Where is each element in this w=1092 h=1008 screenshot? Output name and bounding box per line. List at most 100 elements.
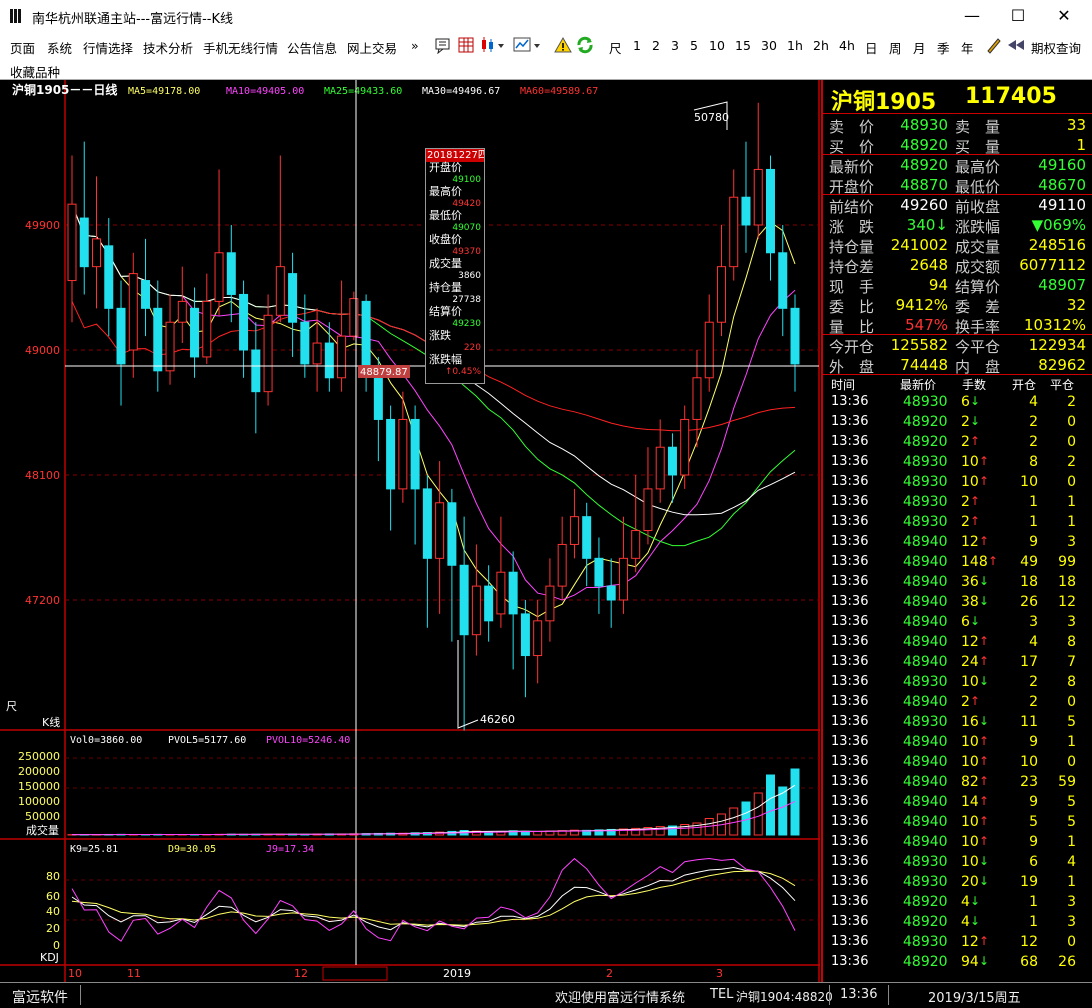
candle-body [667,446,677,476]
period-2min[interactable]: 2 [652,38,660,53]
candle-body [373,370,383,420]
tick-close: 0 [1067,754,1076,770]
volume-tick: 100000 [18,795,60,808]
candle-body [398,418,408,490]
tick-direction-icon: ↓ [970,614,981,628]
favorites-label[interactable]: 收藏品种 [10,62,60,81]
period-30min[interactable]: 30 [761,38,777,53]
tick-direction-icon: ↑ [979,534,990,548]
period-5min[interactable]: 5 [690,38,698,53]
tick-row: 13:36 48940 2 ↑ 2 0 [823,693,1092,713]
quote-label: 委 差 [955,298,1001,316]
toolbar-candle-icon[interactable] [479,36,505,57]
toolbar-note-icon[interactable] [434,36,452,57]
toolbar-table-icon[interactable] [457,36,475,57]
menu-online-trading[interactable]: 网上交易 [347,38,397,57]
tick-time: 13:36 [831,674,869,689]
tick-open: 9 [1029,834,1038,850]
kline-chart-area[interactable]: 沪铜1905－－日线 MA5=49178.00 MA10=49405.00 MA… [0,80,820,982]
tick-qty: 4 [961,914,970,930]
period-4h[interactable]: 4h [839,38,855,53]
tick-price: 48930 [903,714,948,730]
period-week[interactable]: 周 [889,38,902,57]
tooltip-value: ↑0.45% [444,367,481,377]
tick-direction-icon: ↓ [970,914,981,928]
tick-close: 2 [1067,394,1076,410]
menu-page[interactable]: 页面 [10,38,35,57]
volume-panel-label: 成交量 [26,823,59,837]
volume-bar [753,792,763,836]
quote-value: 6077112 [1019,256,1086,274]
candle-body [778,252,788,309]
toolbar-line-chart-icon[interactable] [513,36,541,57]
quote-value: 10312% [1024,316,1086,334]
tick-row: 13:36 48920 2 ↓ 2 0 [823,413,1092,433]
menu-system[interactable]: 系统 [47,38,72,57]
tick-price: 48930 [903,854,948,870]
tick-row: 13:36 48930 10 ↓ 2 8 [823,673,1092,693]
candle-body [508,571,518,615]
tooltip-rows: 开盘价 49100 最高价 49420 最低价 49070 收盘价 49370 成交量 3860 持… [426,162,484,378]
candle-body [422,488,432,559]
tick-close: 1 [1067,514,1076,530]
tick-qty: 12 [961,534,979,550]
tick-price: 48930 [903,674,948,690]
option-query-button[interactable]: 期权查询 [1031,38,1081,57]
tick-open: 12 [1020,934,1038,950]
quote-label: 最高价 [955,158,1001,176]
tick-close: 1 [1067,874,1076,890]
tick-qty: 10 [961,674,979,690]
menu-announcements[interactable]: 公告信息 [287,38,337,57]
period-2h[interactable]: 2h [813,38,829,53]
period-quarter[interactable]: 季 [937,38,950,57]
candle-body [753,168,763,226]
tick-open: 1 [1029,494,1038,510]
kline-chart-svg[interactable]: 沪铜1905－－日线 MA5=49178.00 MA10=49405.00 MA… [0,80,820,982]
period-1min[interactable]: 1 [633,38,641,53]
ticks-header-open: 开仓 [1012,378,1037,392]
period-10min[interactable]: 10 [709,38,725,53]
toolbar-warning-icon[interactable] [554,36,572,57]
status-bar: 富远软件 欢迎使用富远行情系统 TEL 沪铜1904:48820 13:36 2… [0,982,1092,1008]
tooltip-label: 涨跌幅 [429,353,462,366]
period-month[interactable]: 月 [913,38,926,57]
tick-price: 48920 [903,434,948,450]
period-ruler[interactable]: 尺 [609,38,622,57]
tick-price: 48940 [903,694,948,710]
menu-more-chevron[interactable]: » [411,38,419,53]
tick-close: 5 [1067,714,1076,730]
toolbar-refresh-icon[interactable] [576,36,594,57]
quote-value: 49110 [1038,196,1086,214]
minimize-button[interactable]: — [952,4,992,28]
menu-market-select[interactable]: 行情选择 [83,38,133,57]
period-3min[interactable]: 3 [671,38,679,53]
quote-divider [823,113,1092,114]
quote-label: 结算价 [955,278,1001,296]
toolbar-pen-icon[interactable] [985,36,1003,57]
tick-time: 13:36 [831,654,869,669]
maximize-button[interactable]: ☐ [998,4,1038,28]
period-day[interactable]: 日 [865,38,878,57]
menu-mobile-quote[interactable]: 手机无线行情 [203,38,278,57]
candle-body [116,307,126,365]
toolbar-rewind-icon[interactable] [1006,36,1026,57]
menu-tech-analysis[interactable]: 技术分析 [143,38,193,57]
tick-price: 48940 [903,574,948,590]
ma5-label: MA5=49178.00 [128,86,200,97]
quote-value: 241002 [890,236,948,254]
period-15min[interactable]: 15 [735,38,751,53]
candle-body [177,300,187,323]
quote-last: 117405 [965,84,1057,109]
candle-body [104,245,114,309]
tooltip-label: 最高价 [429,185,462,198]
tick-row: 13:36 48930 16 ↓ 11 5 [823,713,1092,733]
tick-row: 13:36 48930 2 ↑ 1 1 [823,493,1092,513]
tick-close: 1 [1067,734,1076,750]
tick-time: 13:36 [831,914,869,929]
period-year[interactable]: 年 [961,38,974,57]
date-cursor-box [322,966,388,981]
ruler-icon[interactable]: 尺 [6,700,17,713]
tick-row: 13:36 48940 6 ↓ 3 3 [823,613,1092,633]
close-button[interactable]: ✕ [1044,4,1084,28]
period-1h[interactable]: 1h [787,38,803,53]
